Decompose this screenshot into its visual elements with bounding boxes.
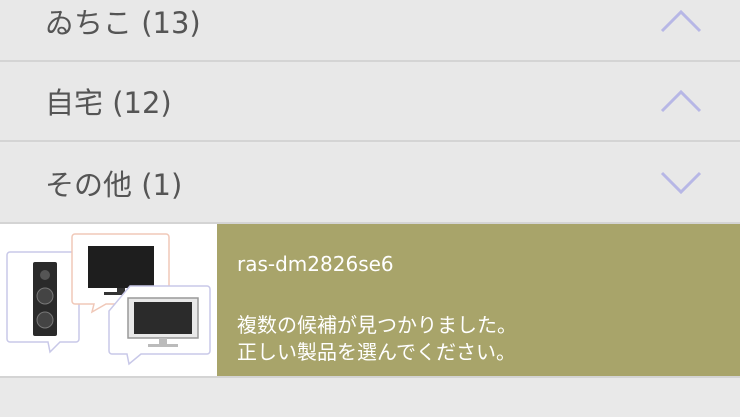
device-model-name: ras-dm2826se6 [237, 252, 394, 276]
group-row-ichiko[interactable]: ゐちこ (13) [0, 0, 740, 62]
group-label: ゐちこ (13) [45, 6, 201, 40]
device-list-item[interactable]: ras-dm2826se6 複数の候補が見つかりました。 正しい製品を選んでくだ… [0, 224, 740, 378]
group-label: その他 (1) [45, 168, 183, 202]
chevron-down-icon[interactable] [660, 171, 702, 195]
message-line: 複数の候補が見つかりました。 [237, 313, 517, 337]
device-group-list: ゐちこ (13) 自宅 (12) その他 (1) ras-dm2826se6 複… [0, 0, 740, 417]
chevron-up-icon[interactable] [660, 89, 702, 113]
message-line: 正しい製品を選んでください。 [237, 340, 516, 364]
device-status-message: 複数の候補が見つかりました。 正しい製品を選んでください。 [237, 312, 517, 366]
group-row-home[interactable]: 自宅 (12) [0, 62, 740, 142]
device-thumbnail [0, 224, 217, 376]
group-label: 自宅 (12) [45, 86, 172, 120]
multiple-devices-icon [6, 233, 211, 366]
chevron-up-icon[interactable] [660, 9, 702, 33]
group-row-other[interactable]: その他 (1) [0, 144, 740, 224]
